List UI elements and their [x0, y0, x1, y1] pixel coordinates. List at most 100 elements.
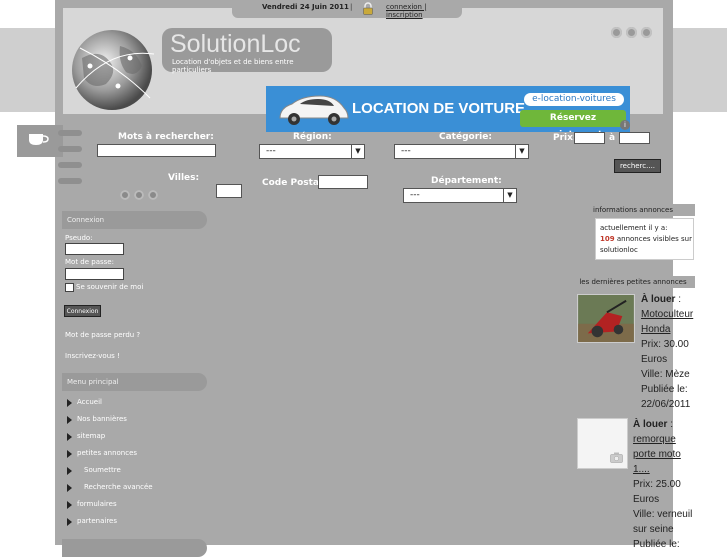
- side-notch: [58, 146, 82, 152]
- banner-cta-button[interactable]: Réservez maintenant: [520, 110, 626, 132]
- next-section-header: [62, 539, 207, 557]
- menu-item-bannieres[interactable]: Nos bannières: [77, 415, 127, 423]
- remember-me-checkbox[interactable]: [65, 283, 74, 292]
- ad-2-type: À louer: [633, 419, 668, 430]
- price-min-input[interactable]: [574, 132, 605, 144]
- arrow-right-icon: [67, 433, 72, 441]
- side-notch: [58, 178, 82, 184]
- region-label: Région:: [293, 132, 332, 142]
- city-label: Villes:: [168, 173, 200, 183]
- ad-1-currency: Euros: [641, 354, 668, 365]
- arrow-right-icon: [67, 450, 72, 458]
- region-select[interactable]: --- ▼: [259, 144, 365, 159]
- dot-icon: [611, 27, 622, 38]
- menu-item-accueil[interactable]: Accueil: [77, 398, 102, 406]
- info-section-header: informations annonces: [571, 204, 695, 216]
- arrow-right-icon: [67, 484, 72, 492]
- menu-item-partenaires[interactable]: partenaires: [77, 517, 117, 525]
- ad-1-title-line-2[interactable]: Honda: [641, 322, 693, 337]
- ad-count: 109: [600, 235, 615, 243]
- password-label: Mot de passe:: [65, 258, 114, 266]
- login-button[interactable]: Connexion: [64, 305, 101, 317]
- banner-title: LOCATION DE VOITURE: [352, 100, 526, 117]
- menu-item-petites-annonces[interactable]: petites annonces: [77, 449, 137, 457]
- current-date: Vendredi 24 Juin 2011: [262, 3, 349, 11]
- site-logo[interactable]: SolutionLoc Location d'objets et de bien…: [162, 28, 332, 74]
- keywords-input[interactable]: [97, 144, 216, 157]
- ad-listing-2: À louer : remorque porte moto 1.... Prix…: [633, 417, 692, 552]
- ad-1-title-line-1[interactable]: Motoculteur: [641, 307, 693, 322]
- arrow-right-icon: [67, 399, 72, 407]
- menu-item-sitemap[interactable]: sitemap: [77, 432, 105, 440]
- ad-1-city: Ville: Mèze: [641, 369, 690, 380]
- ad-2-currency: Euros: [633, 494, 660, 505]
- department-label: Département:: [431, 176, 502, 186]
- window-dots: [611, 23, 656, 42]
- info-icon[interactable]: i: [620, 120, 630, 130]
- chevron-down-icon: ▼: [503, 189, 516, 202]
- info-box: actuellement il y a: 109 annonces visibl…: [595, 218, 694, 260]
- pseudo-input[interactable]: [65, 243, 124, 255]
- camera-icon: [610, 452, 623, 463]
- postal-code-input[interactable]: [318, 175, 368, 189]
- chevron-down-icon: ▼: [515, 145, 528, 158]
- ad-1-type: À louer: [641, 294, 676, 305]
- region-select-value: ---: [266, 146, 276, 156]
- price-label: Prix:: [553, 133, 577, 143]
- info-line-2: 109 annonces visibles sur: [600, 235, 692, 243]
- arrow-right-icon: [67, 416, 72, 424]
- car-image: [279, 95, 349, 125]
- chevron-down-icon: ▼: [351, 145, 364, 158]
- menu-item-soumettre[interactable]: Soumettre: [84, 466, 121, 474]
- side-notch: [58, 130, 82, 136]
- forgot-password-link[interactable]: Mot de passe perdu ?: [65, 331, 140, 339]
- login-section-header: Connexion: [62, 211, 207, 229]
- info-line-1: actuellement il y a:: [600, 224, 668, 232]
- banner-brand: e-location-voitures: [524, 93, 624, 106]
- ad-2-price: Prix: 25.00: [633, 479, 681, 490]
- register-link[interactable]: Inscrivez-vous !: [65, 352, 120, 360]
- menu-item-recherche-avancee[interactable]: Recherche avancée: [84, 483, 153, 491]
- ad-banner[interactable]: LOCATION DE VOITURE e-location-voitures …: [266, 86, 630, 132]
- menu-item-formulaires[interactable]: formulaires: [77, 500, 117, 508]
- ad-1-price: Prix: 30.00: [641, 339, 689, 350]
- pseudo-label: Pseudo:: [65, 234, 93, 242]
- department-select[interactable]: --- ▼: [403, 188, 517, 203]
- ad-2-title-line-2[interactable]: porte moto: [633, 447, 692, 462]
- category-select[interactable]: --- ▼: [394, 144, 529, 159]
- top-bar-separator: |: [350, 3, 353, 11]
- remember-me-label: Se souvenir de moi: [76, 283, 144, 291]
- site-name: SolutionLoc: [170, 30, 301, 58]
- login-register-link[interactable]: connexion | inscription: [386, 3, 462, 19]
- ad-2-colon: :: [667, 419, 674, 430]
- top-bar: Vendredi 24 Juin 2011 | connexion | insc…: [232, 0, 462, 19]
- globe-logo-image: [72, 30, 155, 110]
- search-button[interactable]: recherc....: [614, 159, 661, 173]
- password-input[interactable]: [65, 268, 124, 280]
- ad-2-title-line-3[interactable]: 1....: [633, 462, 692, 477]
- site-tagline: Location d'objets et de biens entre part…: [172, 58, 294, 74]
- category-label: Catégorie:: [439, 132, 492, 142]
- category-select-value: ---: [401, 146, 411, 156]
- price-max-input[interactable]: [619, 132, 650, 144]
- ad-2-city-line-1: Ville: verneuil: [633, 509, 693, 520]
- lock-icon: [363, 2, 373, 15]
- ad-1-published-label: Publiée le:: [641, 384, 688, 395]
- arrow-right-icon: [67, 501, 72, 509]
- ad-1-published-date: 22/06/2011: [641, 399, 691, 410]
- postal-code-label: Code Postal:: [262, 178, 326, 188]
- ad-thumbnail-placeholder[interactable]: [577, 418, 628, 469]
- price-to-label: à: [609, 133, 616, 143]
- city-input[interactable]: [216, 184, 242, 198]
- latest-ads-header: les dernières petites annonces: [571, 276, 695, 288]
- keywords-label: Mots à rechercher:: [118, 132, 214, 142]
- ad-thumbnail-motoculteur[interactable]: [577, 294, 635, 343]
- arrow-right-icon: [67, 518, 72, 526]
- department-select-value: ---: [410, 190, 420, 200]
- ad-2-city-line-2: sur seine: [633, 524, 674, 535]
- dot-icon: [626, 27, 637, 38]
- ad-listing-1: À louer : Motoculteur Honda Prix: 30.00 …: [641, 292, 693, 412]
- ad-2-title-line-1[interactable]: remorque: [633, 432, 692, 447]
- coffee-cup-tab: [17, 125, 63, 157]
- dot-icon: [120, 190, 130, 200]
